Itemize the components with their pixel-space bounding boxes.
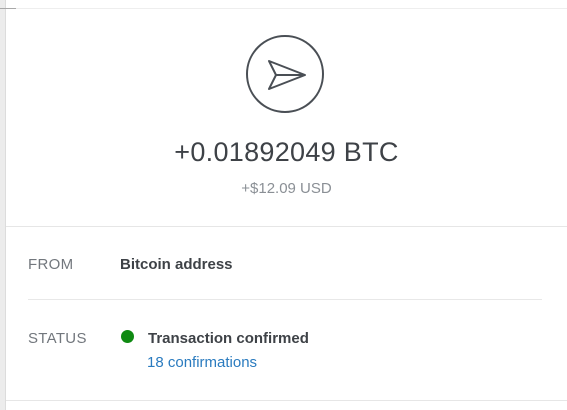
transaction-detail-panel: +0.01892049 BTC +$12.09 USD FROM Bitcoin… xyxy=(0,0,567,410)
from-value: Bitcoin address xyxy=(120,256,233,273)
bottom-divider xyxy=(6,400,567,401)
from-label: FROM xyxy=(28,256,74,273)
send-arrow-icon xyxy=(246,35,324,113)
status-value: Transaction confirmed xyxy=(148,330,309,347)
transaction-header: +0.01892049 BTC +$12.09 USD xyxy=(6,9,567,226)
status-indicator-icon xyxy=(121,330,134,343)
row-divider xyxy=(28,299,542,300)
amount-crypto: +0.01892049 BTC xyxy=(174,137,399,167)
section-divider xyxy=(6,226,567,227)
confirmations-link[interactable]: 18 confirmations xyxy=(147,354,257,371)
status-label: STATUS xyxy=(28,330,87,347)
amount-fiat: +$12.09 USD xyxy=(241,180,332,197)
